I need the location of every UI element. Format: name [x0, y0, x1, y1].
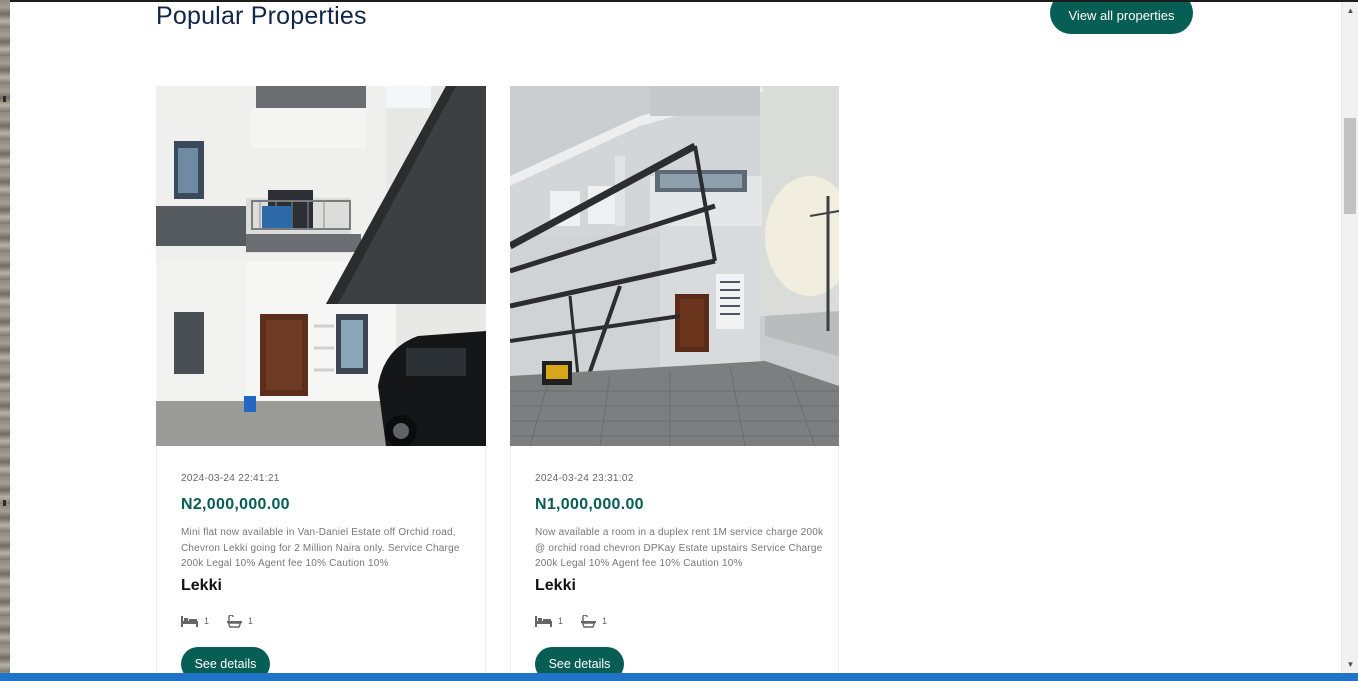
property-card: 2024-03-24 22:41:21 N2,000,000.00 Mini f…: [156, 86, 486, 673]
scroll-down-arrow-icon[interactable]: ▼: [1342, 656, 1358, 673]
bed-icon: [535, 615, 552, 627]
listing-amenities: 1 1: [535, 614, 619, 628]
property-card-body: 2024-03-24 22:41:21 N2,000,000.00 Mini f…: [156, 446, 486, 673]
browser-viewport: Popular Properties View all properties 2…: [10, 2, 1341, 673]
listing-description: Mini flat now available in Van-Daniel Es…: [181, 527, 460, 569]
bath-count: 1: [248, 616, 254, 626]
bathtub-icon: [581, 614, 597, 628]
property-card: 2024-03-24 23:31:02 N1,000,000.00 Now av…: [510, 86, 839, 673]
view-all-properties-button[interactable]: View all properties: [1050, 2, 1193, 34]
scrollbar-thumb[interactable]: [1344, 118, 1356, 214]
listing-location: Lekki: [181, 577, 222, 594]
see-details-button[interactable]: See details: [535, 647, 624, 673]
vertical-scrollbar[interactable]: ▲ ▼: [1341, 2, 1358, 673]
bath-count: 1: [602, 616, 608, 626]
listing-price: N1,000,000.00: [535, 496, 644, 513]
scroll-up-arrow-icon[interactable]: ▲: [1342, 2, 1358, 19]
listing-date: 2024-03-24 22:41:21: [181, 473, 280, 484]
listing-price: N2,000,000.00: [181, 496, 290, 513]
background-window-strip: [0, 0, 10, 681]
bed-icon: [181, 615, 198, 627]
background-mark: [3, 96, 6, 102]
listing-amenities: 1 1: [181, 614, 265, 628]
listing-date: 2024-03-24 23:31:02: [535, 473, 634, 484]
listing-location: Lekki: [535, 577, 576, 594]
property-card-body: 2024-03-24 23:31:02 N1,000,000.00 Now av…: [510, 446, 839, 673]
bed-count: 1: [204, 616, 210, 626]
property-photo[interactable]: [510, 86, 839, 446]
bathtub-icon: [227, 614, 243, 628]
see-details-button[interactable]: See details: [181, 647, 270, 673]
bed-count: 1: [558, 616, 564, 626]
property-photo[interactable]: [156, 86, 486, 446]
background-mark: [3, 500, 6, 506]
listing-description: Now available a room in a duplex rent 1M…: [535, 527, 824, 569]
section-title: Popular Properties: [156, 2, 367, 30]
editor-status-bar: [0, 673, 1358, 681]
